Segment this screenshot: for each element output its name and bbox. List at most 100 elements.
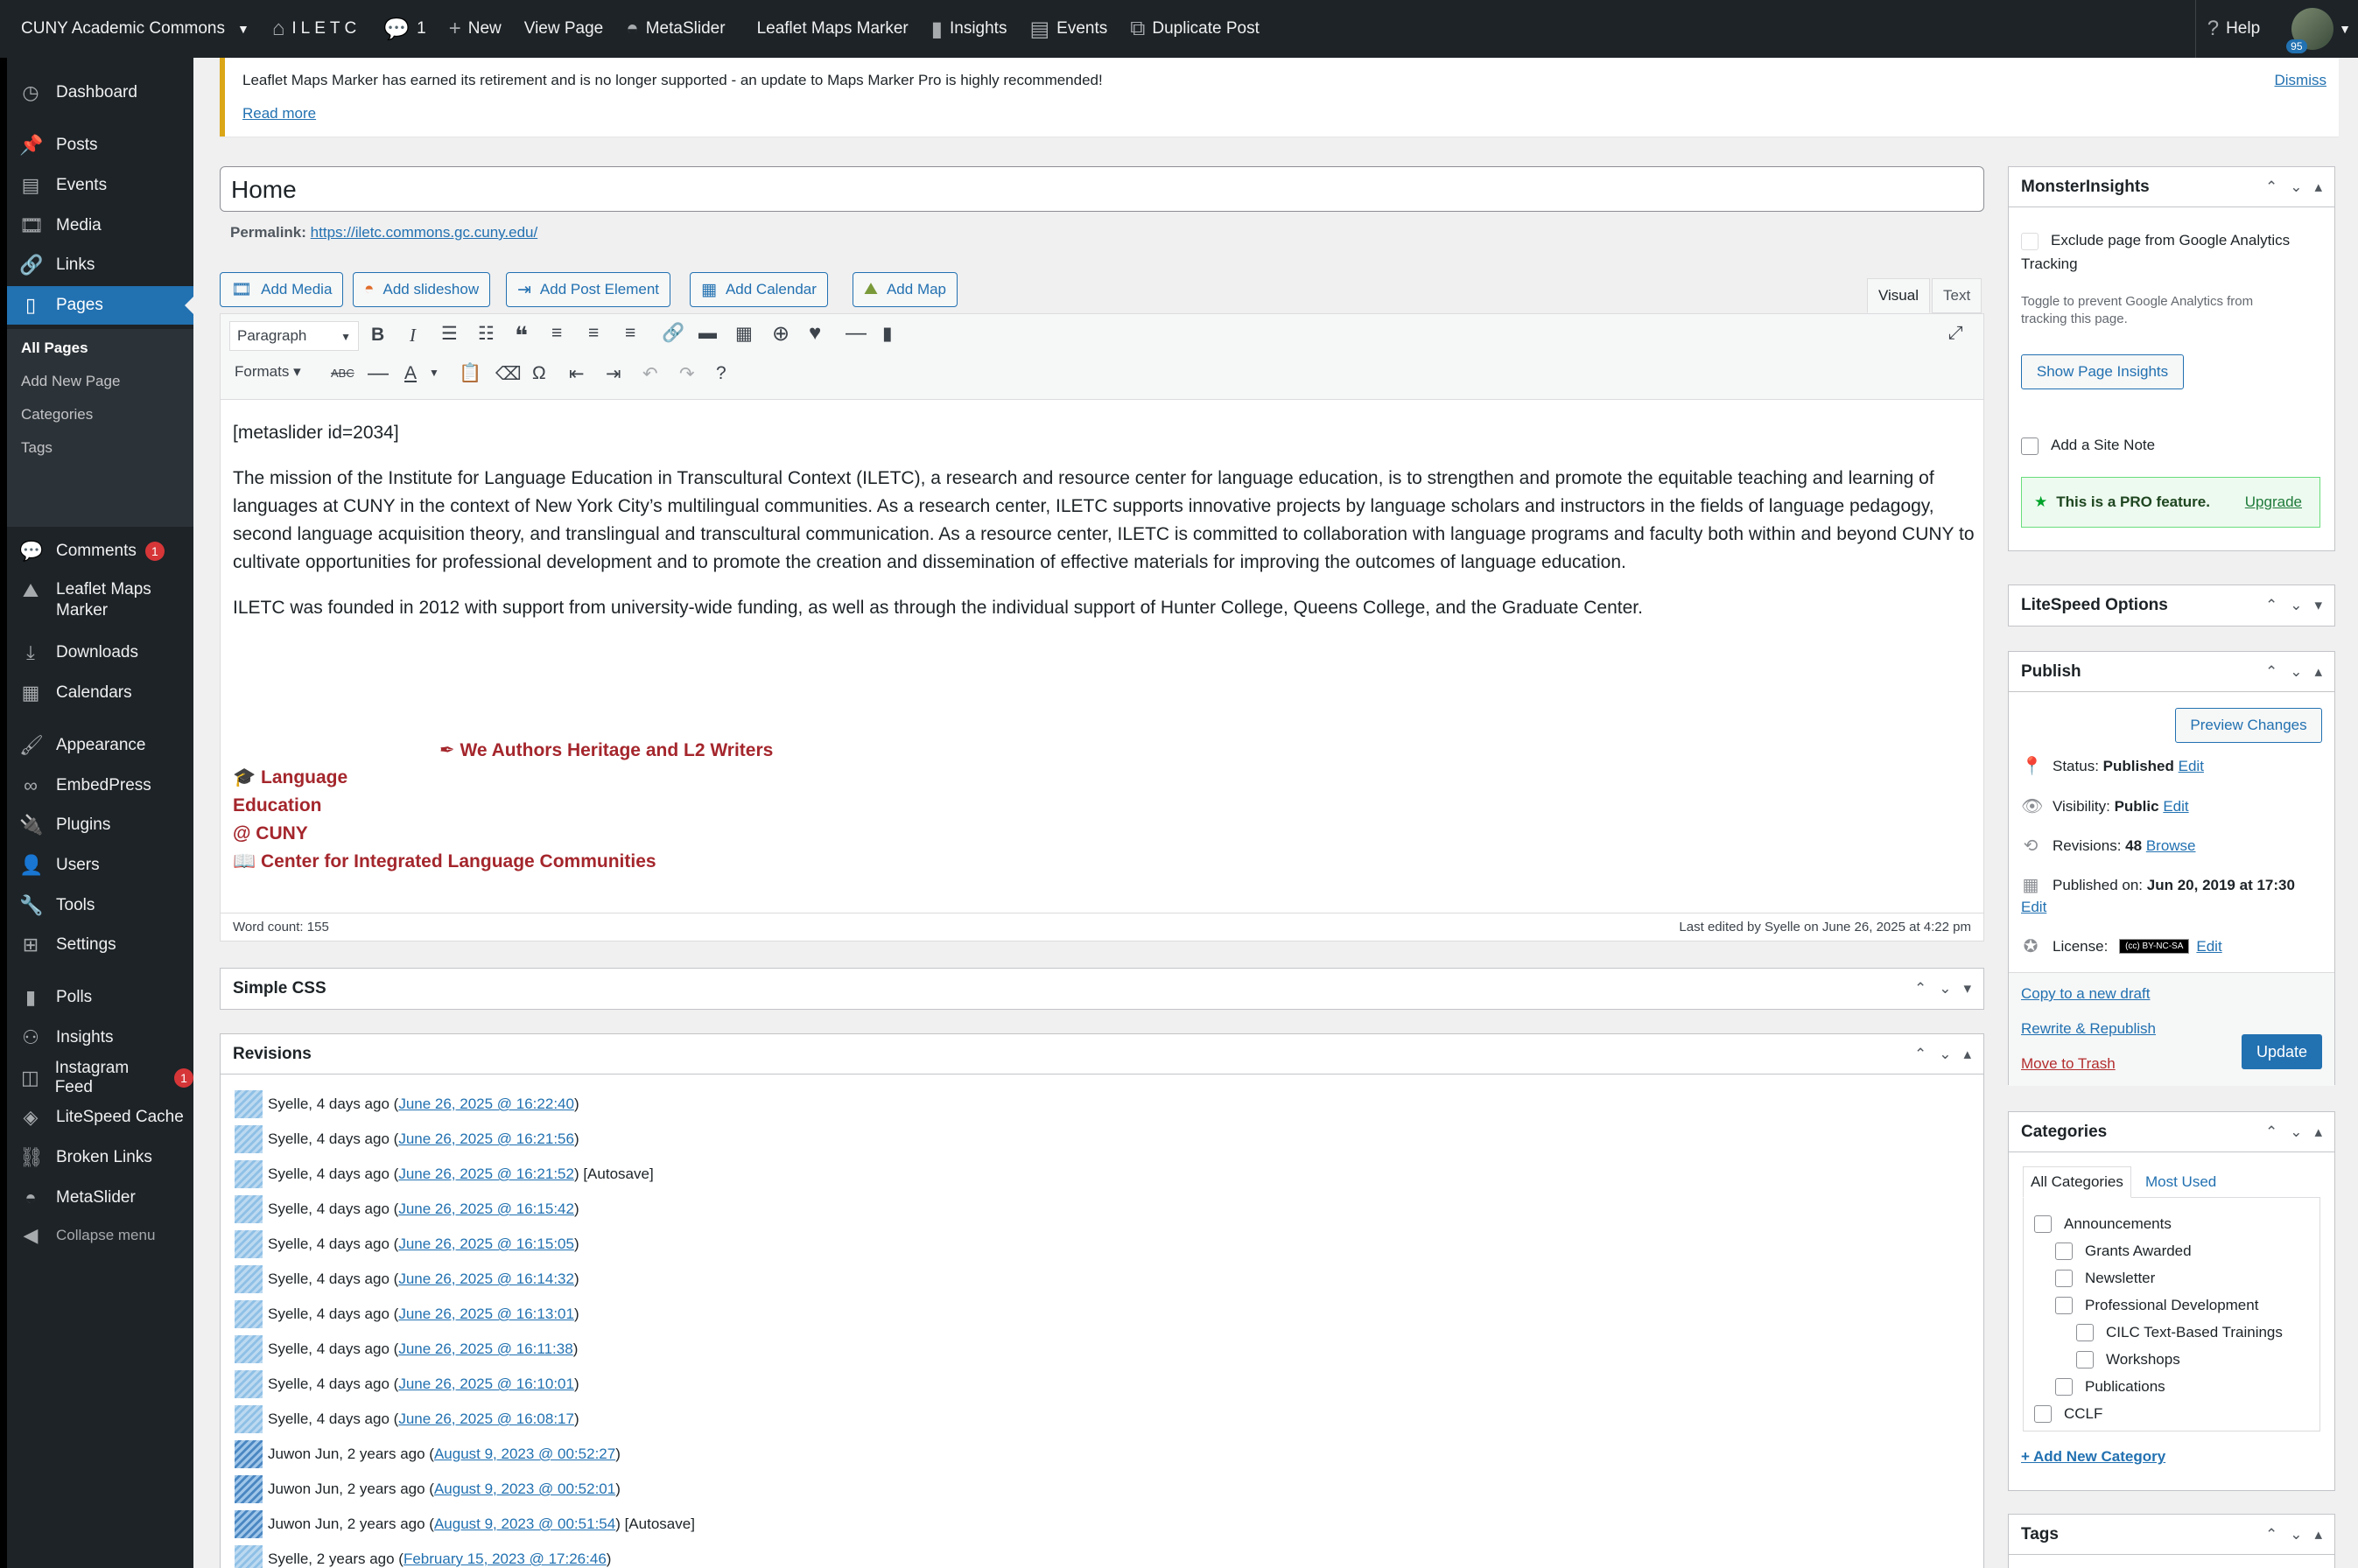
move-to-trash-link[interactable]: Move to Trash: [2021, 1055, 2116, 1073]
rewrite-republish-link[interactable]: Rewrite & Republish: [2021, 1020, 2156, 1038]
litespeed-header[interactable]: LiteSpeed Options ⌃ ⌄ ▾: [2009, 585, 2334, 626]
sidebar-item-insights[interactable]: ⚇ Insights: [7, 1018, 193, 1057]
bullet-list-icon[interactable]: ☰: [441, 323, 458, 345]
move-up-icon[interactable]: ⌃: [1914, 980, 1926, 998]
move-up-icon[interactable]: ⌃: [2265, 178, 2277, 196]
category-checkbox[interactable]: [2055, 1378, 2073, 1396]
move-down-icon[interactable]: ⌄: [2290, 1124, 2302, 1141]
toggle-icon[interactable]: ▴: [2314, 1526, 2322, 1544]
move-up-icon[interactable]: ⌃: [2265, 597, 2277, 614]
category-checkbox[interactable]: [2076, 1324, 2094, 1341]
center-link[interactable]: 📖 Center for Integrated Language Communi…: [233, 851, 656, 872]
simple-css-header[interactable]: Simple CSS ⌃ ⌄ ▾: [221, 969, 1983, 1009]
horizontal-line-icon[interactable]: —: [846, 321, 867, 346]
revision-link[interactable]: June 26, 2025 @ 16:22:40: [398, 1096, 574, 1113]
sidebar-item-appearance[interactable]: 🖌 Appearance: [7, 726, 193, 765]
toggle-icon[interactable]: ▴: [2314, 178, 2322, 196]
monsterinsights-header[interactable]: MonsterInsights ⌃ ⌄ ▴: [2009, 167, 2334, 207]
site-note-option[interactable]: Add a Site Note: [2021, 437, 2155, 455]
sidebar-item-metaslider[interactable]: ◓ MetaSlider: [7, 1179, 193, 1217]
notice-read-more[interactable]: Read more: [242, 105, 316, 122]
site-name-menu[interactable]: CUNY Academic Commons ▼: [0, 0, 261, 58]
strikethrough-icon[interactable]: ABC: [331, 367, 354, 380]
move-up-icon[interactable]: ⌃: [2265, 663, 2277, 681]
exclude-tracking-checkbox[interactable]: [2021, 232, 2039, 250]
category-checkbox[interactable]: [2076, 1351, 2094, 1368]
italic-icon[interactable]: I: [410, 325, 416, 346]
undo-icon[interactable]: ↶: [642, 363, 658, 385]
site-home-link[interactable]: ⌂ ILETC: [261, 0, 372, 58]
help-link[interactable]: ? Help: [2194, 0, 2271, 58]
view-page-link[interactable]: View Page: [513, 0, 615, 58]
copy-draft-link[interactable]: Copy to a new draft: [2021, 985, 2150, 1003]
add-post-element-button[interactable]: ⇥ Add Post Element: [506, 272, 670, 307]
link-icon[interactable]: 🔗: [662, 323, 684, 344]
category-item[interactable]: Newsletter: [2055, 1270, 2155, 1287]
metaslider-link[interactable]: ◓ MetaSlider: [614, 0, 736, 58]
move-down-icon[interactable]: ⌄: [2290, 663, 2302, 681]
editor-content[interactable]: [metaslider id=2034] The mission of the …: [233, 419, 1975, 640]
we-authors-link[interactable]: ✒ We Authors Heritage and L2 Writers: [439, 739, 773, 761]
redo-icon[interactable]: ↷: [679, 363, 695, 385]
categories-header[interactable]: Categories ⌃ ⌄ ▴: [2009, 1112, 2334, 1152]
revision-link[interactable]: June 26, 2025 @ 16:21:56: [398, 1130, 574, 1148]
move-up-icon[interactable]: ⌃: [2265, 1124, 2277, 1141]
permalink-url[interactable]: https://iletc.commons.gc.cuny.edu/: [311, 224, 538, 241]
sidebar-item-tools[interactable]: 🔧 Tools: [7, 886, 193, 925]
heart-icon[interactable]: ♥: [809, 321, 821, 346]
sidebar-item-posts[interactable]: 📌 Posts: [7, 126, 193, 164]
category-checkbox[interactable]: [2034, 1215, 2052, 1233]
new-content-menu[interactable]: + New: [438, 0, 513, 58]
browse-revisions-link[interactable]: Browse: [2146, 837, 2196, 855]
revision-link[interactable]: June 26, 2025 @ 16:13:01: [398, 1306, 574, 1323]
duplicate-post-link[interactable]: ⧉ Duplicate Post: [1119, 0, 1271, 58]
sidebar-item-comments[interactable]: 💬 Comments 1: [7, 532, 193, 570]
sidebar-item-settings[interactable]: ⊞ Settings: [7, 926, 193, 964]
revision-link[interactable]: June 26, 2025 @ 16:15:05: [398, 1236, 574, 1253]
paragraph-select[interactable]: Paragraph ▼: [229, 321, 359, 351]
revision-link[interactable]: June 26, 2025 @ 16:10:01: [398, 1376, 574, 1393]
revision-link[interactable]: August 9, 2023 @ 00:52:27: [434, 1446, 615, 1463]
sidebar-item-users[interactable]: 👤 Users: [7, 846, 193, 885]
sidebar-item-links[interactable]: 🔗 Links: [7, 246, 193, 284]
exclude-tracking-option[interactable]: Exclude page from Google Analytics Tracki…: [2021, 228, 2290, 276]
site-note-checkbox[interactable]: [2021, 437, 2039, 455]
paste-text-icon[interactable]: 📋: [459, 363, 481, 384]
user-menu[interactable]: 95 ▼: [2271, 0, 2358, 58]
align-left-icon[interactable]: ≡: [551, 323, 562, 344]
revision-link[interactable]: August 9, 2023 @ 00:51:54: [434, 1516, 615, 1533]
submenu-all-pages[interactable]: All Pages: [21, 340, 88, 357]
publish-header[interactable]: Publish ⌃ ⌄ ▴: [2009, 652, 2334, 692]
align-center-icon[interactable]: ≡: [588, 323, 599, 344]
text-color-icon[interactable]: A: [404, 363, 417, 384]
events-link[interactable]: ▤ Events: [1018, 0, 1119, 58]
tab-visual[interactable]: Visual: [1867, 278, 1930, 313]
category-item[interactable]: CCLF: [2034, 1405, 2102, 1423]
blockquote-icon[interactable]: ❝: [515, 321, 528, 350]
sidebar-item-media[interactable]: 🎞 Media: [7, 206, 193, 245]
sidebar-item-dashboard[interactable]: ◷ Dashboard: [7, 74, 193, 112]
category-item[interactable]: Publications: [2055, 1378, 2165, 1396]
leaflet-link[interactable]: Leaflet Maps Marker: [746, 0, 920, 58]
tab-text[interactable]: Text: [1932, 278, 1983, 313]
language-education-link[interactable]: 🎓 Language: [233, 767, 347, 788]
language-education-line-2[interactable]: Education: [233, 795, 322, 816]
sidebar-collapse-menu[interactable]: ◀ Collapse menu: [7, 1216, 193, 1255]
chevron-down-icon[interactable]: ▼: [429, 367, 439, 379]
language-education-line-3[interactable]: @ CUNY: [233, 823, 308, 844]
sidebar-item-plugins[interactable]: 🔌 Plugins: [7, 806, 193, 844]
category-checkbox[interactable]: [2034, 1405, 2052, 1423]
submenu-add-new-page[interactable]: Add New Page: [21, 373, 120, 390]
revisions-header[interactable]: Revisions ⌃ ⌄ ▴: [221, 1034, 1983, 1074]
preview-changes-button[interactable]: Preview Changes: [2175, 708, 2322, 743]
outdent-icon[interactable]: ⇤: [569, 363, 585, 385]
toolbar-toggle-icon[interactable]: ▦: [735, 323, 753, 345]
sidebar-item-downloads[interactable]: ⤓ Downloads: [7, 634, 193, 672]
revision-link[interactable]: June 26, 2025 @ 16:11:38: [398, 1340, 572, 1358]
sidebar-item-pages[interactable]: ▯ Pages: [7, 286, 193, 325]
add-media-button[interactable]: 🎞 Add Media: [220, 272, 344, 307]
category-checkbox[interactable]: [2055, 1270, 2073, 1287]
revision-link[interactable]: June 26, 2025 @ 16:14:32: [398, 1270, 574, 1288]
upgrade-link[interactable]: Upgrade: [2245, 494, 2302, 511]
move-up-icon[interactable]: ⌃: [2265, 1526, 2277, 1544]
